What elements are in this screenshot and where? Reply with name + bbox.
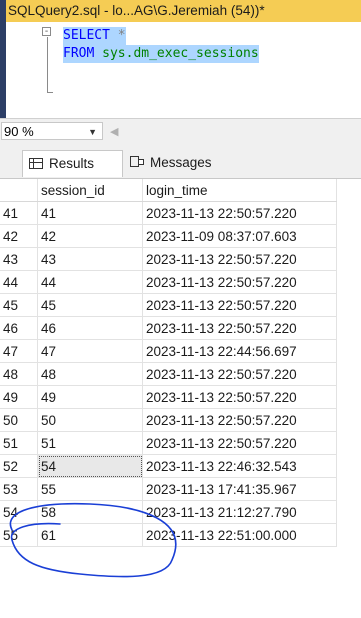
query-tab-title[interactable]: SQLQuery2.sql - lo...AG\G.Jeremiah (54))…: [6, 0, 361, 22]
row-number-cell[interactable]: 55: [0, 523, 38, 547]
session-id-cell[interactable]: 55: [37, 477, 143, 501]
table-row[interactable]: 45 45 2023-11-13 22:50:57.220: [0, 293, 337, 317]
session-id-cell[interactable]: 54: [37, 454, 143, 478]
row-number-cell[interactable]: 47: [0, 339, 38, 363]
login-time-cell[interactable]: 2023-11-13 22:50:57.220: [142, 270, 337, 294]
row-number-cell[interactable]: 44: [0, 270, 38, 294]
from-keyword: FROM: [63, 46, 95, 61]
session-id-cell[interactable]: 51: [37, 431, 143, 455]
session-id-cell[interactable]: 43: [37, 247, 143, 271]
row-number-cell[interactable]: 41: [0, 201, 38, 225]
header-row: session_id login_time: [0, 179, 337, 202]
login-time-cell[interactable]: 2023-11-09 08:37:07.603: [142, 224, 337, 248]
chevron-down-icon[interactable]: ▼: [88, 123, 97, 141]
column-header-login-time[interactable]: login_time: [142, 179, 337, 202]
session-id-cell[interactable]: 61: [37, 523, 143, 547]
ssms-window: SQLQuery2.sql - lo...AG\G.Jeremiah (54))…: [0, 0, 361, 618]
outline-guide-end: [47, 92, 53, 93]
column-header-session-id[interactable]: session_id: [37, 179, 143, 202]
session-id-cell[interactable]: 45: [37, 293, 143, 317]
table-row[interactable]: 50 50 2023-11-13 22:50:57.220: [0, 408, 337, 432]
login-time-cell[interactable]: 2023-11-13 22:51:00.000: [142, 523, 337, 547]
tab-messages[interactable]: Messages: [124, 150, 236, 176]
login-time-cell[interactable]: 2023-11-13 22:46:32.543: [142, 454, 337, 478]
outline-guide: [47, 37, 48, 93]
login-time-cell[interactable]: 2023-11-13 21:12:27.790: [142, 500, 337, 524]
row-number-cell[interactable]: 43: [0, 247, 38, 271]
grid-icon: [29, 158, 43, 169]
table-row[interactable]: 54 58 2023-11-13 21:12:27.790: [0, 500, 337, 524]
session-id-cell[interactable]: 46: [37, 316, 143, 340]
row-number-header[interactable]: [0, 179, 38, 202]
table-row[interactable]: 52 54 2023-11-13 22:46:32.543: [0, 454, 337, 478]
session-id-cell[interactable]: 49: [37, 385, 143, 409]
table-row[interactable]: 43 43 2023-11-13 22:50:57.220: [0, 247, 337, 271]
table-row[interactable]: 51 51 2023-11-13 22:50:57.220: [0, 431, 337, 455]
login-time-cell[interactable]: 2023-11-13 22:50:57.220: [142, 247, 337, 271]
login-time-cell[interactable]: 2023-11-13 22:50:57.220: [142, 201, 337, 225]
row-number-cell[interactable]: 50: [0, 408, 38, 432]
table-name: sys.dm_exec_sessions: [94, 46, 259, 61]
login-time-cell[interactable]: 2023-11-13 22:44:56.697: [142, 339, 337, 363]
code-line-2[interactable]: FROM sys.dm_exec_sessions: [63, 45, 259, 63]
code-line-1[interactable]: SELECT *: [63, 27, 126, 45]
row-number-cell[interactable]: 42: [0, 224, 38, 248]
row-number-cell[interactable]: 52: [0, 454, 38, 478]
zoom-dropdown[interactable]: 90 % ▼: [1, 122, 103, 140]
session-id-cell[interactable]: 58: [37, 500, 143, 524]
select-keyword: SELECT: [63, 28, 110, 43]
collapse-toggle[interactable]: -: [42, 27, 51, 37]
table-row[interactable]: 41 41 2023-11-13 22:50:57.220: [0, 201, 337, 225]
tab-messages-label: Messages: [150, 155, 212, 170]
grid-body: 41 41 2023-11-13 22:50:57.220 42 42 2023-11-0…: [0, 201, 337, 547]
table-row[interactable]: 49 49 2023-11-13 22:50:57.220: [0, 385, 337, 409]
row-number-cell[interactable]: 46: [0, 316, 38, 340]
zoom-bar: 90 % ▼: [0, 118, 361, 143]
session-id-cell[interactable]: 42: [37, 224, 143, 248]
login-time-cell[interactable]: 2023-11-13 22:50:57.220: [142, 408, 337, 432]
table-row[interactable]: 53 55 2023-11-13 17:41:35.967: [0, 477, 337, 501]
session-id-cell[interactable]: 50: [37, 408, 143, 432]
row-number-cell[interactable]: 48: [0, 362, 38, 386]
login-time-cell[interactable]: 2023-11-13 22:50:57.220: [142, 316, 337, 340]
row-number-cell[interactable]: 49: [0, 385, 38, 409]
login-time-cell[interactable]: 2023-11-13 22:50:57.220: [142, 293, 337, 317]
results-table: session_id login_time 41 41 2023-11-13 22:…: [0, 179, 337, 547]
table-row[interactable]: 44 44 2023-11-13 22:50:57.220: [0, 270, 337, 294]
login-time-cell[interactable]: 2023-11-13 17:41:35.967: [142, 477, 337, 501]
zoom-value: 90 %: [4, 124, 34, 139]
login-time-cell[interactable]: 2023-11-13 22:50:57.220: [142, 385, 337, 409]
login-time-cell[interactable]: 2023-11-13 22:50:57.220: [142, 362, 337, 386]
messages-icon: [130, 156, 144, 168]
row-number-cell[interactable]: 53: [0, 477, 38, 501]
scroll-left-icon[interactable]: ◀: [110, 125, 118, 138]
row-number-cell[interactable]: 54: [0, 500, 38, 524]
results-grid[interactable]: session_id login_time 41 41 2023-11-13 22:…: [0, 178, 361, 618]
results-tabs-bar: Results Messages: [0, 142, 361, 178]
query-editor[interactable]: [6, 22, 361, 118]
session-id-cell[interactable]: 44: [37, 270, 143, 294]
select-star: *: [109, 28, 126, 43]
session-id-cell[interactable]: 41: [37, 201, 143, 225]
table-row[interactable]: 47 47 2023-11-13 22:44:56.697: [0, 339, 337, 363]
session-id-cell[interactable]: 47: [37, 339, 143, 363]
tab-results-label: Results: [49, 156, 95, 171]
table-row[interactable]: 42 42 2023-11-09 08:37:07.603: [0, 224, 337, 248]
row-number-cell[interactable]: 51: [0, 431, 38, 455]
table-row[interactable]: 46 46 2023-11-13 22:50:57.220: [0, 316, 337, 340]
row-number-cell[interactable]: 45: [0, 293, 38, 317]
table-row[interactable]: 55 61 2023-11-13 22:51:00.000: [0, 523, 337, 547]
table-row[interactable]: 48 48 2023-11-13 22:50:57.220: [0, 362, 337, 386]
session-id-cell[interactable]: 48: [37, 362, 143, 386]
login-time-cell[interactable]: 2023-11-13 22:50:57.220: [142, 431, 337, 455]
tab-results[interactable]: Results: [22, 150, 123, 177]
